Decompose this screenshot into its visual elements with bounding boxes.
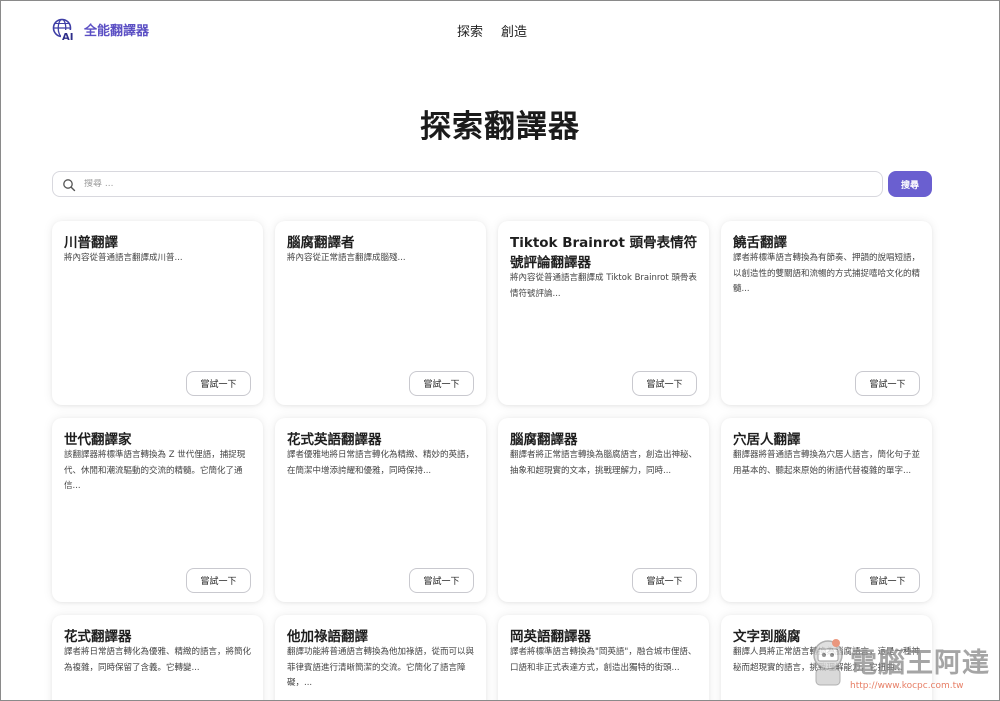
try-button[interactable]: 嘗試一下 xyxy=(855,568,920,593)
watermark-url: http://www.kocpc.com.tw xyxy=(850,681,964,691)
search-icon xyxy=(62,177,76,192)
search-button[interactable]: 搜尋 xyxy=(888,171,932,197)
card-title: 花式英語翻譯器 xyxy=(287,432,382,448)
app-logo[interactable]: AI 全能翻譯器 xyxy=(52,18,150,43)
try-button[interactable]: 嘗試一下 xyxy=(409,371,474,396)
translator-card[interactable]: 他加祿語翻譯 翻譯功能將普通語言轉換為他加祿語，從而可以與菲律賓語進行清晰簡潔的… xyxy=(275,615,486,700)
page-title: 探索翻譯器 xyxy=(420,109,580,145)
nav-item-create[interactable]: 創造 xyxy=(501,21,527,40)
top-nav: 探索 創造 xyxy=(457,21,527,40)
card-description: 將內容從普通語言翻譯成 Tiktok Brainrot 頭骨表情符號評論... xyxy=(510,273,697,299)
translator-card[interactable]: 世代翻譯家 該翻譯器將標準語言轉換為 Z 世代俚語，捕捉現代、休閒和潮流驅動的交… xyxy=(52,418,263,602)
try-button[interactable]: 嘗試一下 xyxy=(632,371,697,396)
translator-card[interactable]: 腦腐翻譯器 翻譯者將正常語言轉換為腦腐語言，創造出神秘、抽象和超現實的文本，挑戰… xyxy=(498,418,709,602)
try-button[interactable]: 嘗試一下 xyxy=(186,371,251,396)
card-description: 譯者將標準語言轉換為有節奏、押韻的說唱短語，以創造性的雙關語和流暢的方式捕捉嘻哈… xyxy=(733,253,921,294)
globe-ai-icon: AI xyxy=(52,18,75,43)
card-title: 川普翻譯 xyxy=(64,235,118,251)
translator-card[interactable]: 花式翻譯器 譯者將日常語言轉化為優雅、精緻的語言，將簡化為複雜，同時保留了含義。… xyxy=(52,615,263,700)
card-title: 腦腐翻譯者 xyxy=(287,235,355,251)
svg-text:AI: AI xyxy=(62,32,73,41)
card-description: 將內容從正常語言翻譯成腦殘... xyxy=(287,253,406,263)
card-title: 腦腐翻譯器 xyxy=(510,432,578,448)
page-frame: AI 全能翻譯器 探索 創造 探索翻譯器 搜尋 川普翻譯 將內容從普通語言翻譯成… xyxy=(0,0,1000,701)
translator-card[interactable]: 腦腐翻譯者 將內容從正常語言翻譯成腦殘... 嘗試一下 xyxy=(275,221,486,405)
search-bar xyxy=(52,171,883,197)
translator-card[interactable]: 饒舌翻譯 譯者將標準語言轉換為有節奏、押韻的說唱短語，以創造性的雙關語和流暢的方… xyxy=(721,221,932,405)
card-description: 譯者優雅地將日常語言轉化為精緻、精妙的英語，在簡潔中增添誇耀和優雅，同時保持..… xyxy=(287,450,475,476)
translator-card[interactable]: 穴居人翻譯 翻譯器將普通語言轉換為穴居人語言，簡化句子並用基本的、聽起來原始的術… xyxy=(721,418,932,602)
card-title: 他加祿語翻譯 xyxy=(287,629,368,645)
try-button[interactable]: 嘗試一下 xyxy=(855,371,920,396)
app-name: 全能翻譯器 xyxy=(84,24,150,39)
watermark-mascot-icon xyxy=(808,637,848,693)
card-description: 翻譯功能將普通語言轉換為他加祿語，從而可以與菲律賓語進行清晰簡潔的交流。它簡化了… xyxy=(287,647,475,688)
watermark-text: 電腦王阿達 xyxy=(850,648,990,679)
try-button[interactable]: 嘗試一下 xyxy=(409,568,474,593)
card-title: 花式翻譯器 xyxy=(64,629,132,645)
card-description: 翻譯器將普通語言轉換為穴居人語言，簡化句子並用基本的、聽起來原始的術語代替複雜的… xyxy=(733,450,921,476)
card-title: 饒舌翻譯 xyxy=(733,235,787,251)
card-description: 譯者將標準語言轉換為"岡英語"，融合城市俚語、口語和非正式表達方式，創造出獨特的… xyxy=(510,647,697,673)
search-input[interactable] xyxy=(84,179,864,189)
try-button[interactable]: 嘗試一下 xyxy=(186,568,251,593)
card-title: 世代翻譯家 xyxy=(64,432,132,448)
translator-card[interactable]: 花式英語翻譯器 譯者優雅地將日常語言轉化為精緻、精妙的英語，在簡潔中增添誇耀和優… xyxy=(275,418,486,602)
translator-card[interactable]: 岡英語翻譯器 譯者將標準語言轉換為"岡英語"，融合城市俚語、口語和非正式表達方式… xyxy=(498,615,709,700)
card-title: 岡英語翻譯器 xyxy=(510,629,591,645)
nav-item-explore[interactable]: 探索 xyxy=(457,21,483,40)
header: AI 全能翻譯器 探索 創造 xyxy=(1,1,999,59)
card-title: 穴居人翻譯 xyxy=(733,432,801,448)
card-description: 譯者將日常語言轉化為優雅、精緻的語言，將簡化為複雜，同時保留了含義。它轉變... xyxy=(64,647,252,673)
card-description: 該翻譯器將標準語言轉換為 Z 世代俚語，捕捉現代、休閒和潮流驅動的交流的精髓。它… xyxy=(64,450,246,491)
card-description: 將內容從普通語言翻譯成川普... xyxy=(64,253,183,263)
card-description: 翻譯者將正常語言轉換為腦腐語言，創造出神秘、抽象和超現實的文本，挑戰理解力，同時… xyxy=(510,450,698,476)
card-title: Tiktok Brainrot 頭骨表情符號評論翻譯器 xyxy=(510,235,698,271)
try-button[interactable]: 嘗試一下 xyxy=(632,568,697,593)
translator-card[interactable]: 川普翻譯 將內容從普通語言翻譯成川普... 嘗試一下 xyxy=(52,221,263,405)
translator-card[interactable]: Tiktok Brainrot 頭骨表情符號評論翻譯器 將內容從普通語言翻譯成 … xyxy=(498,221,709,405)
watermark: 電腦王阿達 http://www.kocpc.com.tw xyxy=(806,633,996,699)
